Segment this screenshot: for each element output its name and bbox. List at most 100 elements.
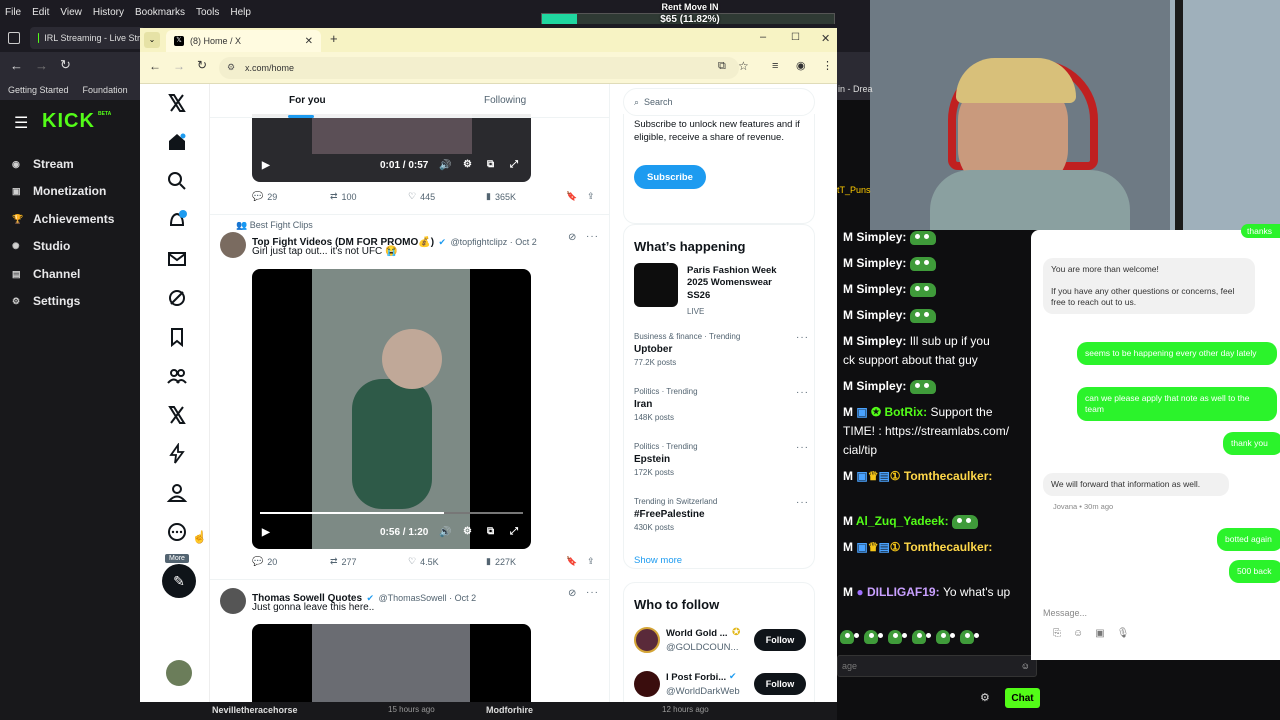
chat-username[interactable]: Simpley: [856,379,906,393]
kick-nav-monetization[interactable]: ▣ Monetization [12,184,106,198]
emote-button[interactable] [864,630,883,644]
views-button[interactable]: ▮ 365K [486,191,516,202]
new-tab-icon[interactable]: + [330,31,338,46]
follow-button[interactable]: Follow [754,629,806,651]
clip-user[interactable]: Modforhire [486,705,533,715]
notifications-icon[interactable] [166,209,188,231]
account-name[interactable]: World Gold ... [666,628,728,639]
tab-for-you[interactable]: For you [289,95,326,106]
avatar[interactable] [220,588,246,614]
emote-button[interactable] [960,630,979,644]
close-tab-icon[interactable]: ✕ [305,36,313,47]
reply-button[interactable]: 💬 29 [252,191,277,202]
menu-view[interactable]: View [60,7,82,18]
avatar[interactable] [220,232,246,258]
menu-tools[interactable]: Tools [196,7,219,18]
more-dots-icon[interactable]: ··· [586,231,599,242]
trend-item[interactable]: Politics · Trending Epstein 172K posts ·… [634,442,809,486]
bookmark-foundation[interactable]: Foundation [83,85,128,95]
extensions-icon[interactable]: ≡ [772,60,778,72]
url-field[interactable]: x.com/home [219,57,739,79]
more-dots-icon[interactable]: ··· [796,387,809,398]
menu-bookmarks[interactable]: Bookmarks [135,7,185,18]
gif-icon[interactable]: ▣ [1095,628,1104,639]
menu-dots-icon[interactable]: ⋮ [822,59,833,72]
repost-button[interactable]: ⇄ 100 [330,191,357,202]
close-window-icon[interactable]: ✕ [821,32,830,45]
repost-button[interactable]: ⇄ 277 [330,556,357,567]
emote-button[interactable] [936,630,955,644]
tab-kick[interactable]: IRL Streaming - Live Stre [30,27,145,49]
chat-username[interactable]: Simpley: [856,308,906,322]
like-button[interactable]: ♡ 4.5K [408,556,439,567]
views-button[interactable]: ▮ 227K [486,556,516,567]
kick-nav-studio[interactable]: ✺ Studio [12,239,70,253]
follow-button[interactable]: Follow [754,673,806,695]
tweet[interactable]: 👥 Best Fight Clips Top Fight Videos (DM … [210,215,609,575]
avatar[interactable] [634,671,660,697]
bookmarks-icon[interactable] [166,326,188,348]
volume-icon[interactable]: 🔊 [439,160,451,171]
forward-icon[interactable]: → [173,59,185,73]
tab-following[interactable]: Following [484,95,526,106]
site-info-icon[interactable]: ⚙ [227,62,235,73]
grok-icon[interactable]: ⊘ [568,232,576,243]
hamburger-icon[interactable]: ☰ [14,113,28,133]
emote-button[interactable] [840,630,859,644]
event-title[interactable]: Paris Fashion Week 2025 Womenswear SS26 [687,265,797,302]
chat-username[interactable]: Simpley: [856,334,906,348]
more-dots-icon[interactable]: ··· [796,442,809,453]
verified-orgs-icon[interactable] [166,443,188,465]
menu-file[interactable]: File [5,7,21,18]
avatar[interactable] [166,660,192,686]
account-handle[interactable]: @WorldDarkWeb [666,686,740,697]
fullscreen-icon[interactable]: ⤢ [510,159,518,170]
back-icon[interactable]: ← [10,58,23,73]
share-icon[interactable]: ⇪ [587,191,595,202]
kick-nav-achievements[interactable]: 🏆 Achievements [12,212,114,226]
chat-username[interactable]: Simpley: [856,230,906,244]
event-thumbnail[interactable] [634,263,678,307]
fullscreen-icon[interactable]: ⤢ [510,526,518,537]
mic-icon[interactable]: 🎙 [1117,628,1130,639]
chat-send-button[interactable]: Chat [1005,688,1040,708]
reload-icon[interactable]: ↻ [60,57,71,73]
tweet-video[interactable] [252,624,531,702]
kick-nav-channel[interactable]: ▤ Channel [12,267,80,281]
minimize-icon[interactable]: – [760,31,766,43]
tweet[interactable]: Thomas Sowell Quotes ✔ @ThomasSowell · O… [210,580,609,702]
emoji-icon[interactable]: ☺ [1073,628,1083,639]
tweet-video[interactable]: ▶ 0:01 / 0:57 🔊 ⚙ ⧉ ⤢ [252,114,531,182]
trend-item[interactable]: Business & finance · Trending Uptober 77… [634,332,809,376]
menu-history[interactable]: History [93,7,124,18]
menu-help[interactable]: Help [230,7,251,18]
emoji-icon[interactable]: ☺ [1021,661,1030,671]
settings-icon[interactable]: ⚙ [463,159,472,170]
author-handle[interactable]: @ThomasSowell · Oct 2 [378,593,476,603]
profile-icon[interactable] [166,482,188,504]
messages-icon[interactable] [166,248,188,270]
chat-username[interactable]: Al_Zuq_Yadeek: [856,514,949,528]
trend-item[interactable]: Politics · Trending Iran 148K posts ··· [634,387,809,431]
pip-icon[interactable]: ⧉ [487,526,494,537]
volume-icon[interactable]: 🔊 [439,527,451,538]
trend-item[interactable]: Trending in Switzerland #FreePalestine 4… [634,497,809,541]
play-icon[interactable]: ▶ [262,160,270,171]
bookmark-getting-started[interactable]: Getting Started [8,85,69,95]
tabs-list-icon[interactable] [8,32,20,44]
bookmark-icon[interactable]: 🔖 [566,191,577,202]
account-name[interactable]: I Post Forbi... [666,672,726,683]
menu-edit[interactable]: Edit [32,7,49,18]
like-button[interactable]: ♡ 445 [408,191,435,202]
premium-x-icon[interactable] [166,404,188,426]
kick-nav-settings[interactable]: ⚙ Settings [12,294,80,308]
chat-username[interactable]: BotRix: [884,405,927,419]
tab-x-home[interactable]: 𝕏 (8) Home / X ✕ [166,30,321,52]
settings-icon[interactable]: ⚙ [463,526,472,537]
attach-icon[interactable]: ⎘ [1053,628,1061,639]
bookmark-star-icon[interactable]: ☆ [738,59,749,73]
maximize-icon[interactable]: ☐ [791,32,800,43]
chat-username[interactable]: Simpley: [856,256,906,270]
search-input[interactable]: ⌕ Search [623,88,815,116]
forward-icon[interactable]: → [35,58,48,73]
